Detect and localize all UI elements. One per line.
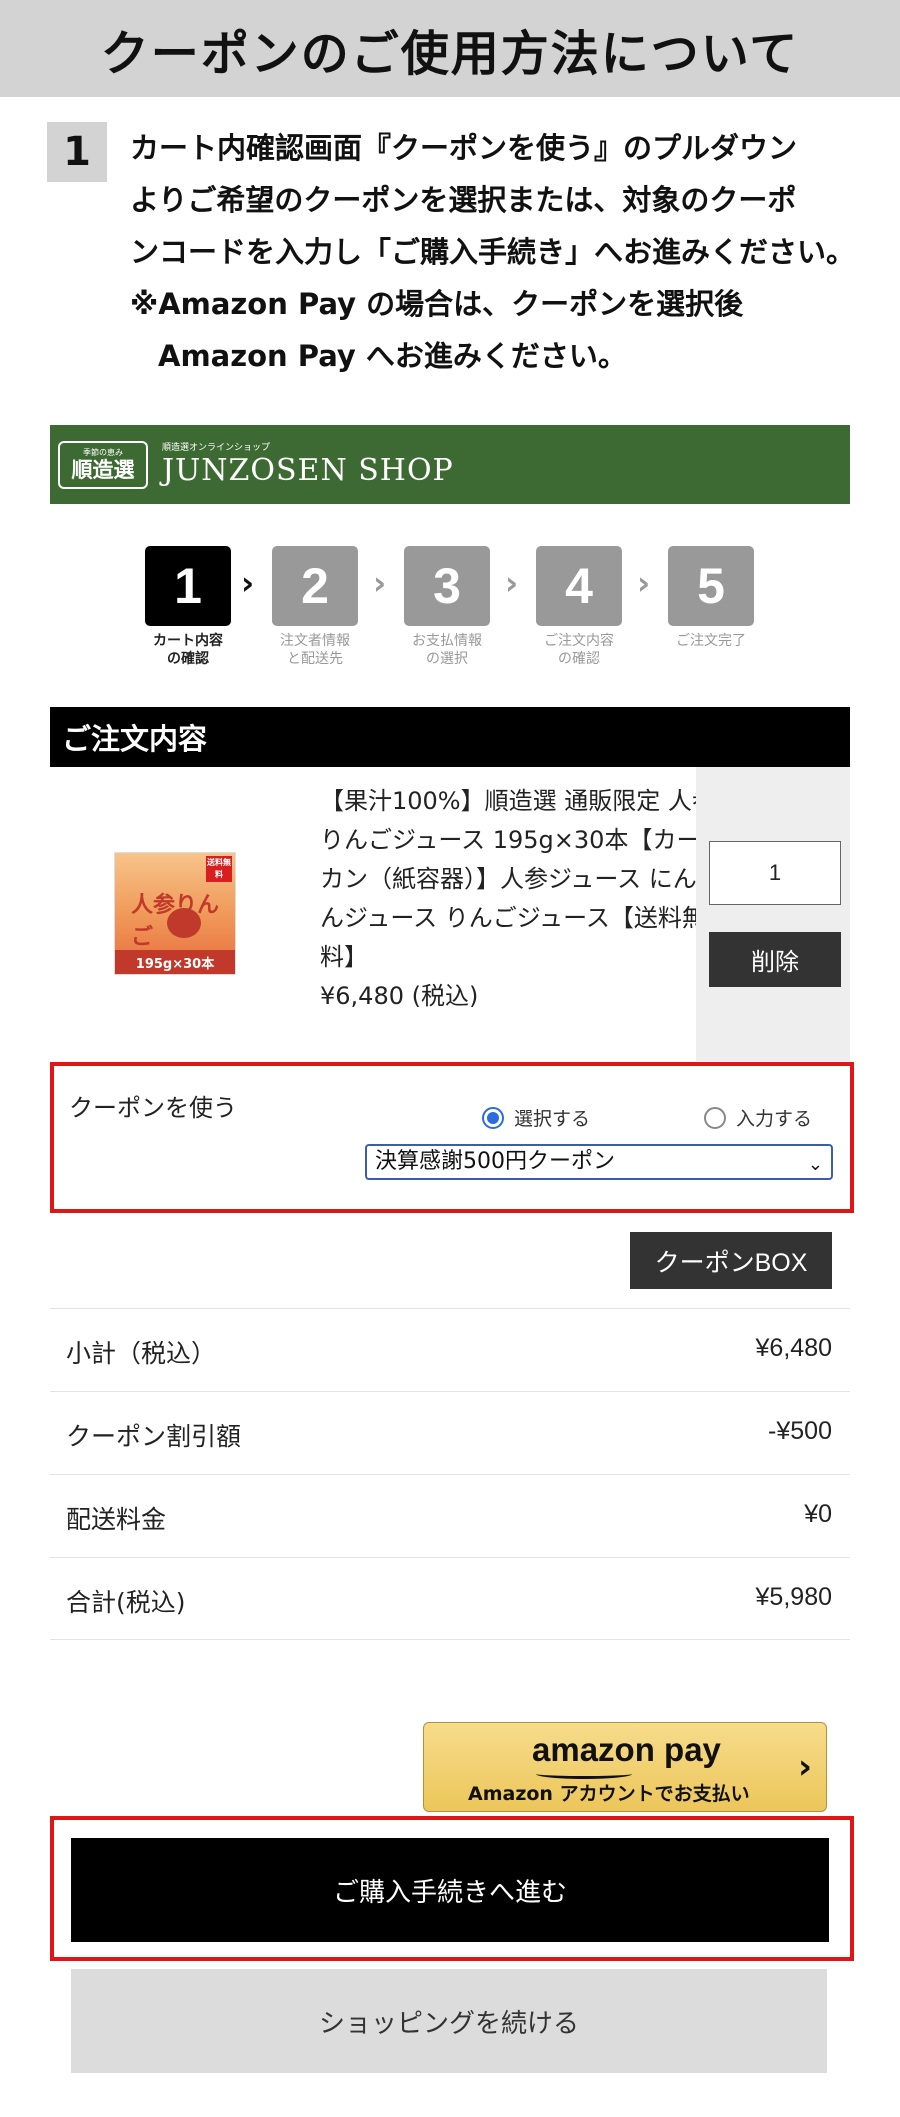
summary-label: 配送料金	[66, 1505, 167, 1534]
shop-logo-main: 順造選	[71, 457, 135, 482]
summary-row-shipping: 配送料金 ¥0	[50, 1474, 850, 1557]
step-label: ご注文完了	[676, 633, 746, 649]
summary-label: 小計（税込）	[66, 1339, 217, 1368]
chevron-right-icon: ›	[373, 564, 387, 602]
summary-value: ¥6,480	[755, 1334, 832, 1362]
checkout-button[interactable]: ご購入手続きへ進む	[71, 1838, 829, 1942]
chevron-down-icon: ⌄	[807, 1154, 823, 1175]
step-number: 3	[404, 546, 490, 626]
coupon-label: クーポンを使う	[69, 1094, 237, 1122]
chevron-right-icon: ›	[637, 564, 651, 602]
step-3: 3 お支払情報 の選択	[404, 546, 490, 668]
radio-label: 選択する	[514, 1108, 591, 1130]
checkout-steps: 1 カート内容 の確認 › 2 注文者情報 と配送先 › 3 お支払情報 の選択…	[145, 546, 765, 676]
quantity-panel: 削除	[696, 767, 850, 1061]
shop-name-block: 順造選オンラインショップ JUNZOSEN SHOP	[162, 442, 454, 488]
chevron-right-icon: ›	[505, 564, 519, 602]
step-label: 注文者情報 と配送先	[280, 633, 350, 667]
coupon-radio-input[interactable]: 入力する	[704, 1104, 812, 1131]
step-2: 2 注文者情報 と配送先	[272, 546, 358, 668]
coupon-radio-select[interactable]: 選択する	[482, 1104, 590, 1131]
instruction-line: Amazon Pay へお進みください。	[158, 339, 627, 373]
summary-value: ¥5,980	[755, 1583, 832, 1611]
summary-row-discount: クーポン割引額 -¥500	[50, 1391, 850, 1474]
instruction-line: よりご希望のクーポンを選択または、対象のクーポ	[130, 183, 797, 217]
product-name[interactable]: 【果汁100%】順造選 通販限定 人参りんごジュース 195g×30本【カートカ…	[320, 787, 724, 971]
radio-checked-icon[interactable]	[482, 1106, 504, 1129]
step-5: 5 ご注文完了	[668, 546, 754, 650]
quantity-input[interactable]	[709, 841, 841, 905]
shop-name: JUNZOSEN SHOP	[162, 452, 454, 488]
summary-label: クーポン割引額	[66, 1422, 242, 1451]
radio-label: 入力する	[736, 1108, 813, 1130]
shop-logo: 季節の恵み 順造選	[58, 440, 148, 489]
page-header: クーポンのご使用方法について	[0, 0, 900, 97]
amazon-smile-icon	[536, 1769, 632, 1779]
summary-label: 合計(税込)	[66, 1588, 186, 1617]
delete-button[interactable]: 削除	[709, 932, 841, 987]
step-number: 5	[668, 546, 754, 626]
product-price: ¥6,480 (税込)	[320, 982, 479, 1010]
shop-banner: 季節の恵み 順造選 順造選オンラインショップ JUNZOSEN SHOP	[50, 425, 850, 504]
page-title: クーポンのご使用方法について	[100, 25, 800, 82]
cart-item: 送料無料 人参りんご 195g×30本 【果汁100%】順造選 通販限定 人参り…	[50, 767, 850, 1061]
step-label: ご注文内容 の確認	[544, 633, 614, 667]
summary-row-total: 合計(税込) ¥5,980	[50, 1557, 850, 1640]
step-number: 1	[145, 546, 231, 626]
instruction-line: ※Amazon Pay の場合は、クーポンを選択後	[130, 287, 744, 321]
checkout-highlight: ご購入手続きへ進む	[50, 1816, 854, 1961]
summary-value: ¥0	[804, 1500, 832, 1528]
instruction-line: カート内確認画面『クーポンを使う』のプルダウン	[130, 131, 798, 165]
coupon-select-value: 決算感謝500円クーポン	[375, 1149, 615, 1174]
step-label: カート内容 の確認	[153, 633, 223, 667]
instruction-line: ンコードを入力し「ご購入手続き」へお進みください。	[130, 235, 856, 269]
shop-subtitle: 順造選オンラインショップ	[162, 442, 271, 453]
product-image[interactable]: 送料無料 人参りんご 195g×30本	[114, 852, 236, 975]
apple-icon	[167, 908, 201, 938]
step-label: お支払情報 の選択	[412, 633, 482, 667]
coupon-box-button[interactable]: クーポンBOX	[630, 1232, 832, 1289]
step-4: 4 ご注文内容 の確認	[536, 546, 622, 668]
step-number: 2	[272, 546, 358, 626]
amazon-pay-subtext: Amazon アカウントでお支払い	[468, 1783, 750, 1805]
instruction-number: 1	[47, 122, 107, 182]
summary-row-subtotal: 小計（税込） ¥6,480	[50, 1308, 850, 1391]
amazon-pay-button[interactable]: amazon pay Amazon アカウントでお支払い ›	[423, 1722, 827, 1812]
product-image-size: 195g×30本	[115, 950, 235, 974]
free-shipping-badge: 送料無料	[206, 856, 232, 882]
radio-unchecked-icon[interactable]	[704, 1106, 726, 1129]
step-number: 4	[536, 546, 622, 626]
step-1: 1 カート内容 の確認	[145, 546, 231, 668]
chevron-right-icon: ›	[241, 564, 255, 602]
summary-value: -¥500	[768, 1417, 832, 1445]
amazon-pay-logo: amazon pay	[532, 1731, 721, 1768]
chevron-right-icon: ›	[797, 1747, 812, 1787]
coupon-select[interactable]: 決算感謝500円クーポン ⌄	[365, 1144, 833, 1180]
instruction-text: カート内確認画面『クーポンを使う』のプルダウン よりご希望のクーポンを選択または…	[130, 122, 870, 382]
product-info: 【果汁100%】順造選 通販限定 人参りんごジュース 195g×30本【カートカ…	[320, 782, 730, 1016]
continue-shopping-button[interactable]: ショッピングを続ける	[71, 1969, 827, 2073]
coupon-section: クーポンを使う 選択する 入力する 決算感謝500円クーポン ⌄	[50, 1062, 854, 1213]
order-summary: 小計（税込） ¥6,480 クーポン割引額 -¥500 配送料金 ¥0 合計(税…	[50, 1308, 850, 1640]
order-heading: ご注文内容	[50, 707, 850, 767]
shop-logo-small: 季節の恵み	[83, 447, 123, 457]
